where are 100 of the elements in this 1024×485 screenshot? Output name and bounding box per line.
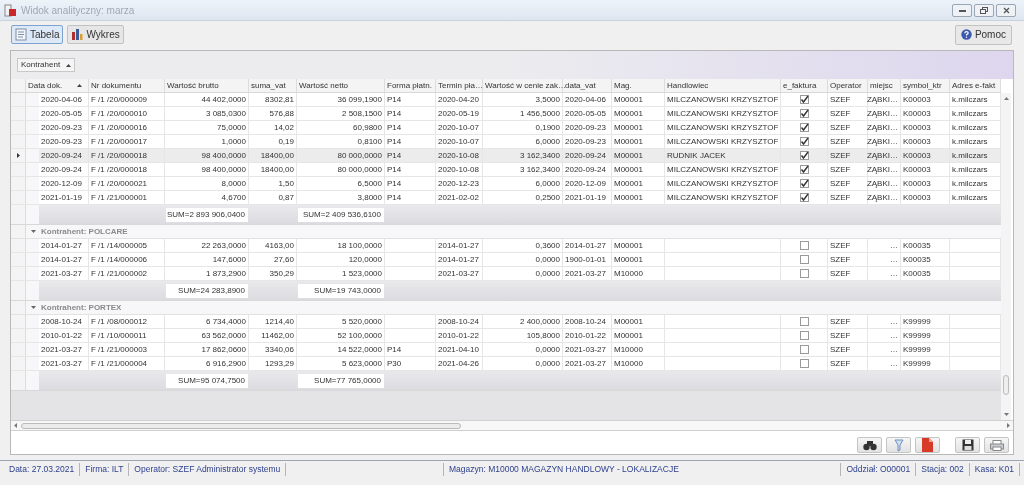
column-header[interactable]: data_vat <box>563 79 612 92</box>
view-tab[interactable]: Tabela <box>11 25 64 44</box>
pdf-file-icon <box>922 438 933 452</box>
table-cell: 17 862,0600 <box>165 343 249 356</box>
table-cell: 60,9800 <box>297 121 385 134</box>
column-header[interactable]: Wartość netto <box>297 79 385 92</box>
table-cell: ZĄBKI… <box>868 93 901 106</box>
table-cell: SZEF <box>828 253 868 266</box>
table-row[interactable]: 2014-01-27 F /1 /14/000006 147,6000 27,60 120,0000 2014-01-27 0,0000 1900-01-01 M00001 SZEF … K00035 <box>11 253 1001 267</box>
table-cell: M10000 <box>612 267 665 280</box>
table-cell: MILCZANOWSKI KRZYSZTOF <box>665 107 781 120</box>
table-cell: ZĄBKI… <box>868 149 901 162</box>
table-cell: 2014-01-27 <box>39 253 89 266</box>
table-row[interactable]: 2021-01-19 F /1 /21/000001 4,6700 0,87 3,8000 P14 2021-02-02 0,2500 2021-01-19 M00001 MILCZANOWSKI KRZYSZTOF SZEF ZĄBKI… K00003 k.milczars <box>11 191 1001 205</box>
column-header[interactable]: Handlowiec <box>665 79 781 92</box>
table-cell: K00003 <box>901 93 950 106</box>
column-header[interactable]: Mag. <box>612 79 665 92</box>
column-header[interactable]: symbol_ktr <box>901 79 950 92</box>
scroll-up-icon <box>1003 97 1009 100</box>
table-cell: M00001 <box>612 121 665 134</box>
table-cell: RUDNIK JACEK <box>665 149 781 162</box>
help-button[interactable]: Pomoc <box>954 24 1012 45</box>
sum-cell: SUM=2 409 536,6100 <box>298 207 384 222</box>
table-cell: 2021-03-27 <box>39 343 89 356</box>
scroll-thumb[interactable] <box>21 422 461 429</box>
table-cell: P14 <box>385 107 436 120</box>
table-row[interactable]: 2020-09-23 F /1 /20/000017 1,0000 0,19 0,8100 P14 2020-10-07 6,0000 2020-09-23 M00001 MILCZANOWSKI KRZYSZTOF SZEF ZĄBKI… K00003 k.milczars <box>11 135 1001 149</box>
table-cell: M00001 <box>612 163 665 176</box>
group-chip[interactable]: Kontrahent <box>17 58 76 72</box>
table-cell: K00003 <box>901 107 950 120</box>
column-header[interactable]: Operator <box>828 79 868 92</box>
table-row[interactable]: 2021-03-27 F /1 /21/000002 1 873,2900 350,29 1 523,0000 2021-03-27 0,0000 2021-03-27 M10000 SZEF … K00035 <box>11 267 1001 281</box>
column-header[interactable]: miejsc <box>868 79 901 92</box>
table-cell: 2020-05-05 <box>39 107 89 120</box>
table-row[interactable]: 2020-09-23 F /1 /20/000016 75,0000 14,02 60,9800 P14 2020-10-07 0,1900 2020-09-23 M00001 MILCZANOWSKI KRZYSZTOF SZEF ZĄBKI… K00003 k.milczars <box>11 121 1001 135</box>
table-cell: M10000 <box>612 357 665 370</box>
restore-button[interactable] <box>974 3 994 17</box>
table-cell: K99999 <box>901 329 950 342</box>
table-cell: 2020-09-23 <box>39 121 89 134</box>
table-row[interactable]: 2020-09-24 F /1 /20/000018 98 400,0000 18400,00 80 000,0000 P14 2020-10-08 3 162,3400 2020-09-24 M00001 MILCZANOWSKI KRZYSZTOF SZEF ZĄBKI… K00003 k.milczars <box>11 163 1001 177</box>
close-button[interactable] <box>996 3 1016 17</box>
table-cell: 6 734,4000 <box>165 315 249 328</box>
minimize-icon <box>958 8 966 12</box>
table-cell: 98 400,0000 <box>165 163 249 176</box>
column-header[interactable]: Wartość brutto <box>165 79 249 92</box>
table-row[interactable]: 2021-03-27 F /1 /21/000004 6 916,2900 1293,29 5 623,0000 P30 2021-04-26 0,0000 2021-03-27 M10000 SZEF … K99999 <box>11 357 1001 371</box>
group-indent <box>26 135 39 148</box>
table-cell: 0,8100 <box>297 135 385 148</box>
binoculars-icon <box>862 439 877 451</box>
column-header[interactable]: Termin pła… <box>436 79 483 92</box>
group-indent <box>26 343 39 356</box>
table-cell: 75,0000 <box>165 121 249 134</box>
table-cell: 0,1900 <box>483 121 563 134</box>
table-row[interactable]: 2008-10-24 F /1 /08/000012 6 734,4000 1214,40 5 520,0000 2008-10-24 2 400,0000 2008-10-24 M00001 SZEF … K99999 <box>11 315 1001 329</box>
table-row[interactable]: 2014-01-27 F /1 /14/000005 22 263,0000 4163,00 18 100,0000 2014-01-27 0,3600 2014-01-27 M00001 SZEF … K00035 <box>11 239 1001 253</box>
table-cell: 2020-12-23 <box>436 177 483 190</box>
table-cell: 6,0000 <box>483 135 563 148</box>
column-header[interactable]: Wartość w cenie zak… <box>483 79 563 92</box>
scroll-thumb[interactable] <box>1003 375 1009 395</box>
column-header[interactable]: suma_vat <box>249 79 297 92</box>
column-header[interactable]: Data dok. <box>26 79 89 92</box>
column-header[interactable]: Forma płatn. <box>385 79 436 92</box>
table-cell: 63 562,0000 <box>165 329 249 342</box>
column-header[interactable]: Nr dokumentu <box>89 79 165 92</box>
vertical-scrollbar[interactable] <box>1001 93 1011 420</box>
table-row[interactable]: 2020-04-06 F /1 /20/000009 44 402,0000 8302,81 36 099,1900 P14 2020-04-20 3,5000 2020-04-06 M00001 MILCZANOWSKI KRZYSZTOF SZEF ZĄBKI… K00003 k.milczars <box>11 93 1001 107</box>
table-cell: 2008-10-24 <box>563 315 612 328</box>
table-cell: … <box>868 343 901 356</box>
table-row[interactable]: 2020-12-09 F /1 /20/000021 8,0000 1,50 6,5000 P14 2020-12-23 6,0000 2020-12-09 M00001 MILCZANOWSKI KRZYSZTOF SZEF ZĄBKI… K00003 k.milczars <box>11 177 1001 191</box>
table-cell: 2020-09-24 <box>39 149 89 162</box>
scroll-right-icon <box>1007 423 1010 428</box>
view-tab[interactable]: Wykres <box>67 25 124 44</box>
table-cell: MILCZANOWSKI KRZYSZTOF <box>665 135 781 148</box>
table-cell: MILCZANOWSKI KRZYSZTOF <box>665 163 781 176</box>
table-cell: K00003 <box>901 135 950 148</box>
table-cell: 2020-10-08 <box>436 163 483 176</box>
printer-icon <box>989 439 1004 451</box>
table-cell: 5 623,0000 <box>297 357 385 370</box>
column-header[interactable]: Adres e-fakt <box>950 79 1001 92</box>
table-row[interactable]: 2021-03-27 F /1 /21/000003 17 862,0600 3340,06 14 522,0000 P14 2021-04-10 0,0000 2021-03-27 M10000 SZEF … K99999 <box>11 343 1001 357</box>
table-row[interactable]: 2020-09-24 F /1 /20/000018 98 400,0000 18400,00 80 000,0000 P14 2020-10-08 3 162,3400 2020-09-24 M00001 RUDNIK JACEK SZEF ZĄBKI… K00003 k.milczars <box>11 149 1001 163</box>
sum-cell: SUM=24 283,8900 <box>166 283 248 298</box>
table-row[interactable]: 2010-01-22 F /1 /10/000011 63 562,0000 11462,00 52 100,0000 2010-01-22 105,8000 2010-01-22 M00001 SZEF … K99999 <box>11 329 1001 343</box>
table-cell: 1214,40 <box>249 315 297 328</box>
table-cell: 80 000,0000 <box>297 149 385 162</box>
column-header[interactable]: e_faktura <box>781 79 828 92</box>
table-cell: 0,3600 <box>483 239 563 252</box>
row-header[interactable] <box>11 149 26 162</box>
group-header: Kontrahent: PORTEX <box>41 301 122 314</box>
find-button[interactable] <box>857 437 882 453</box>
table-cell: MILCZANOWSKI KRZYSZTOF <box>665 121 781 134</box>
pdf-button[interactable] <box>915 437 940 453</box>
table-row[interactable]: 2020-05-05 F /1 /20/000010 3 085,0300 576,88 2 508,1500 P14 2020-05-19 1 456,5000 2020-05-05 M00001 MILCZANOWSKI KRZYSZTOF SZEF ZĄBKI… K00003 k.milczars <box>11 107 1001 121</box>
window-title: Widok analityczny: marza <box>21 3 135 18</box>
table-cell: 2021-01-19 <box>563 191 612 204</box>
table-cell: 2021-03-27 <box>436 267 483 280</box>
table-cell: 52 100,0000 <box>297 329 385 342</box>
horizontal-scrollbar[interactable] <box>11 420 1013 431</box>
save-button[interactable] <box>955 437 980 453</box>
minimize-button[interactable] <box>952 3 972 17</box>
